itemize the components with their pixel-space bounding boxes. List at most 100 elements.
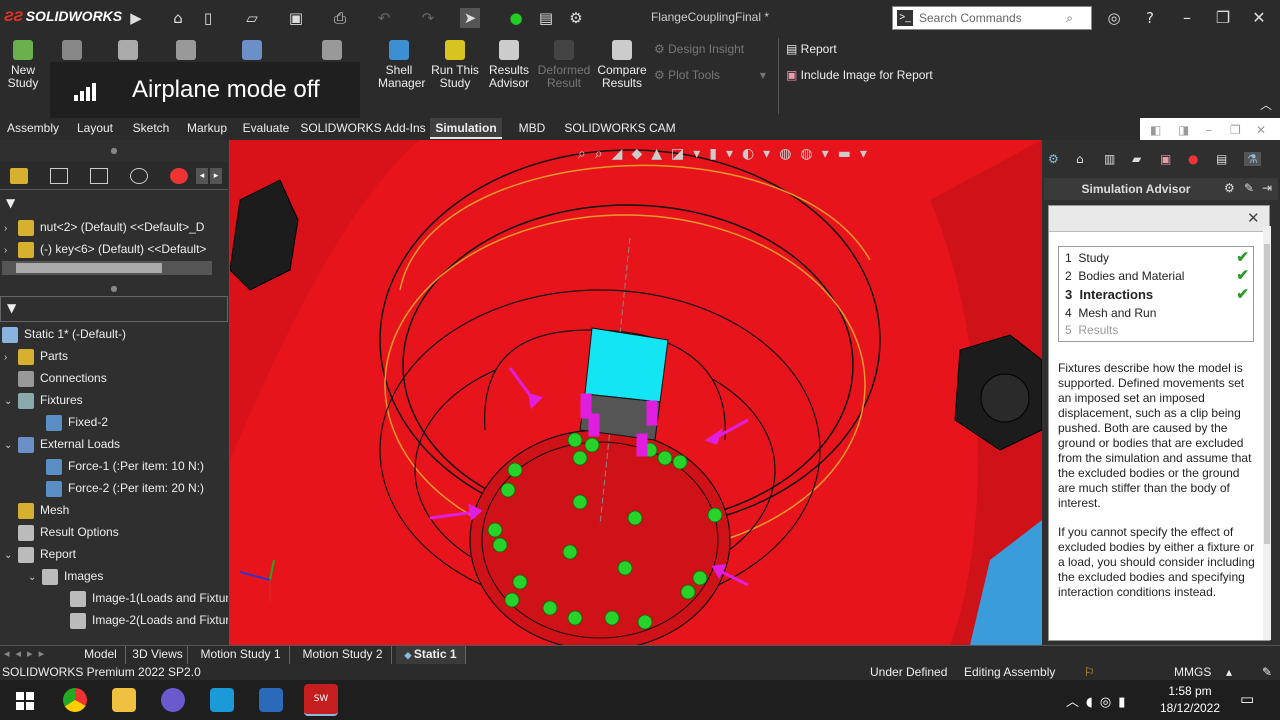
tab-static-1[interactable]: ◆ Static 1: [396, 646, 466, 664]
options-gear-icon[interactable]: ⚙: [1224, 181, 1235, 195]
tree-item-parts[interactable]: › Parts: [0, 345, 228, 367]
study-root[interactable]: Static 1* (-Default-): [0, 323, 228, 345]
fixtures-advisor-button[interactable]: [176, 40, 196, 64]
run-study-button[interactable]: Run This Study: [428, 40, 482, 90]
custom-properties-icon[interactable]: ▤: [1216, 152, 1227, 166]
tile-right-icon[interactable]: ◨: [1178, 123, 1189, 137]
app-icon[interactable]: [210, 688, 234, 712]
scroll-right-icon[interactable]: ▸: [210, 168, 222, 184]
design-insight-button[interactable]: ⚙ Design Insight: [654, 42, 744, 56]
plot-tools-button[interactable]: ⚙ Plot Tools ▾: [654, 68, 766, 82]
compare-results-button[interactable]: Compare Results: [596, 40, 648, 90]
step-bodies-material[interactable]: 2 Bodies and Material ✔: [1065, 267, 1251, 285]
taskbar-clock[interactable]: 1:58 pm 18/12/2022: [1150, 683, 1230, 717]
tab-addins[interactable]: SOLIDWORKS Add-Ins: [298, 118, 428, 139]
pin-icon[interactable]: ✎: [1244, 181, 1254, 195]
tree-item-report[interactable]: ⌄ Report: [0, 543, 228, 565]
search-icon[interactable]: ⌕: [1066, 7, 1073, 29]
view-palette-icon[interactable]: ▣: [1160, 152, 1171, 166]
bore[interactable]: [469, 429, 731, 645]
tree-item-key[interactable]: › (-) key<6> (Default) <<Default>: [0, 238, 228, 260]
new-study-button[interactable]: New Study: [4, 40, 42, 90]
tab-scroll-arrows[interactable]: ◂◂▸▸: [4, 647, 50, 660]
user-account-icon[interactable]: ◎: [1104, 8, 1124, 28]
tree-item-nut[interactable]: › nut<2> (Default) <<Default>_D: [0, 216, 228, 238]
doc-close-icon[interactable]: ✕: [1256, 123, 1266, 137]
notifications-icon[interactable]: ▭: [1240, 690, 1254, 708]
tab-motion-study-2[interactable]: Motion Study 2: [294, 646, 392, 664]
filter-icon[interactable]: ▼: [6, 196, 15, 210]
collapse-pane-icon[interactable]: ⇥: [1262, 181, 1272, 195]
solidworks-logo[interactable]: ƧƧ SOLIDWORKS: [4, 8, 122, 24]
doc-minimize-icon[interactable]: –: [1206, 123, 1212, 137]
deformed-result-button[interactable]: Deformed Result: [536, 40, 592, 90]
new-file-icon[interactable]: ▯: [198, 8, 218, 28]
redo-icon[interactable]: ↷: [418, 8, 438, 28]
design-library-icon[interactable]: ▥: [1104, 152, 1115, 166]
tree-item-images[interactable]: ⌄ Images: [0, 565, 228, 587]
rebuild-traffic-light-icon[interactable]: ●: [506, 8, 526, 28]
step-mesh-run[interactable]: 4 Mesh and Run: [1065, 304, 1251, 322]
units-selector[interactable]: MMGS: [1174, 664, 1211, 680]
sim-filter-bar[interactable]: ▼: [0, 296, 228, 322]
tab-solidworks-cam[interactable]: SOLIDWORKS CAM: [562, 118, 678, 139]
menu-expand-icon[interactable]: ▶: [126, 8, 146, 28]
report-button[interactable]: ▤ Report: [786, 42, 837, 56]
step-interactions[interactable]: 3 Interactions ✔: [1065, 286, 1251, 304]
horizontal-scrollbar[interactable]: [2, 261, 212, 275]
tab-evaluate[interactable]: Evaluate: [238, 118, 294, 139]
solidworks-taskbar-icon[interactable]: SW: [304, 684, 338, 716]
discord-icon[interactable]: [161, 688, 185, 712]
close-button[interactable]: ✕: [1244, 6, 1274, 30]
scroll-left-icon[interactable]: ◂: [196, 168, 208, 184]
appearances-icon[interactable]: ●: [1188, 152, 1198, 166]
dimxpert-tab-icon[interactable]: [130, 168, 148, 184]
home-icon[interactable]: ⌂: [168, 8, 188, 28]
shell-manager-button[interactable]: Shell Manager: [372, 40, 426, 90]
advisor-scrollbar[interactable]: [1263, 226, 1271, 640]
splitter-handle[interactable]: ●: [0, 285, 228, 293]
property-manager-tab-icon[interactable]: [50, 168, 68, 184]
splitter-handle[interactable]: ●: [0, 147, 228, 155]
tab-mbd[interactable]: MBD: [512, 118, 552, 139]
collapse-ribbon-icon[interactable]: ︿: [1260, 96, 1272, 113]
home-tab-icon[interactable]: ⌂: [1076, 152, 1084, 166]
tab-simulation[interactable]: Simulation: [430, 118, 502, 139]
open-file-icon[interactable]: ▱: [242, 8, 262, 28]
tab-sketch[interactable]: Sketch: [124, 118, 178, 139]
tree-item-fixtures[interactable]: ⌄ Fixtures: [0, 389, 228, 411]
tree-item-result-options[interactable]: Result Options: [0, 521, 228, 543]
undo-icon[interactable]: ↶: [374, 8, 394, 28]
results-advisor-button[interactable]: Results Advisor: [486, 40, 532, 90]
model-render[interactable]: [230, 140, 1042, 645]
graphics-viewport[interactable]: ⌕⌕◢◆▲◪▾▮▾◐▾◍◍▾▬▾: [230, 140, 1042, 645]
tab-motion-study-1[interactable]: Motion Study 1: [192, 646, 290, 664]
external-loads-button[interactable]: [242, 40, 262, 64]
rebuild-icon[interactable]: ⚐: [1084, 664, 1095, 680]
file-explorer-icon[interactable]: [112, 688, 136, 712]
help-icon[interactable]: ?: [1140, 8, 1160, 28]
restore-button[interactable]: ❐: [1208, 6, 1238, 30]
tree-item-mesh[interactable]: Mesh: [0, 499, 228, 521]
tile-left-icon[interactable]: ◧: [1150, 123, 1161, 137]
tree-item-image-2[interactable]: Image-2(Loads and Fixtur: [0, 609, 228, 631]
file-properties-icon[interactable]: ▤: [536, 8, 556, 28]
tree-item-force-1[interactable]: Force-1 (:Per item: 10 N:): [0, 455, 228, 477]
tab-model[interactable]: Model: [76, 646, 126, 664]
select-pointer-icon[interactable]: ➤: [460, 8, 480, 28]
heads-up-view-toolbar[interactable]: ⌕⌕◢◆▲◪▾▮▾◐▾◍◍▾▬▾: [578, 146, 918, 166]
configuration-manager-tab-icon[interactable]: [90, 168, 108, 184]
tree-item-image-1[interactable]: Image-1(Loads and Fixtur: [0, 587, 228, 609]
feature-manager-tab-icon[interactable]: [10, 168, 28, 184]
units-up-icon[interactable]: ▴: [1226, 664, 1232, 680]
tree-item-force-2[interactable]: Force-2 (:Per item: 20 N:): [0, 477, 228, 499]
connections-button[interactable]: [322, 40, 342, 64]
simulation-advisor-tab-icon[interactable]: ⚗: [1244, 152, 1261, 166]
save-icon[interactable]: ▣: [286, 8, 306, 28]
print-icon[interactable]: ⎙: [330, 8, 350, 28]
include-image-button[interactable]: ▣ Include Image for Report: [786, 68, 933, 82]
tree-item-fixed-2[interactable]: Fixed-2: [0, 411, 228, 433]
tab-markup[interactable]: Markup: [180, 118, 234, 139]
doc-restore-icon[interactable]: ❐: [1230, 123, 1241, 137]
file-explorer-icon[interactable]: ▰: [1132, 152, 1141, 166]
